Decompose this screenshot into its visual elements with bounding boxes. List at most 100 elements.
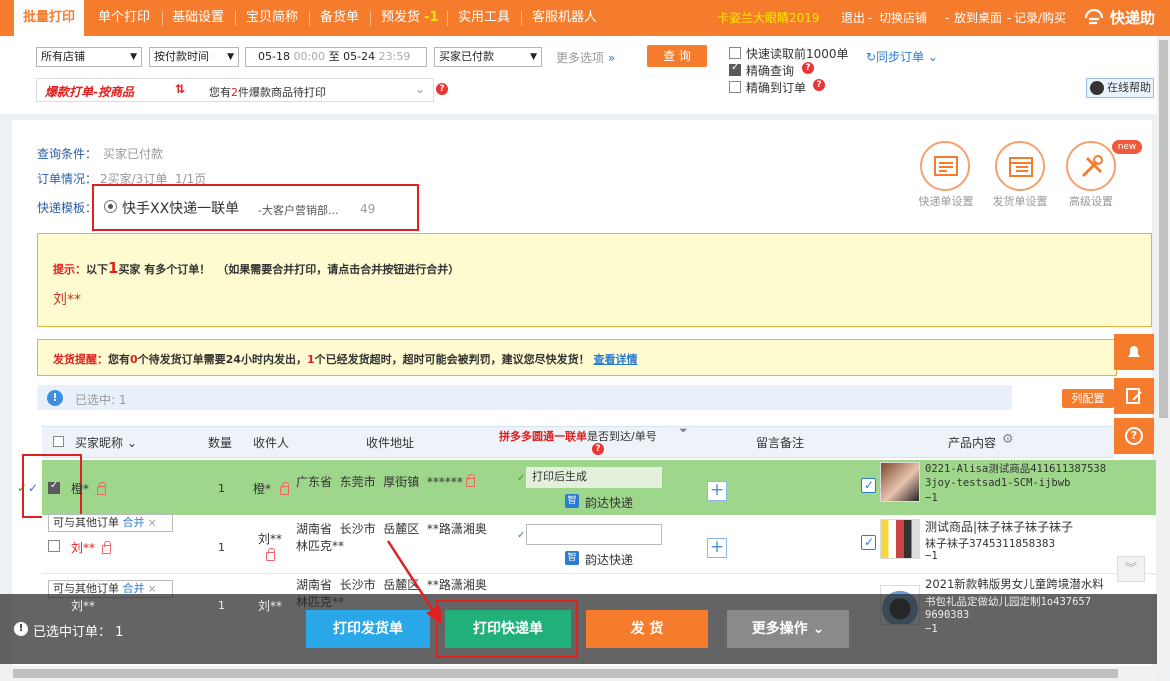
recipient-name: 橙* [253,482,272,496]
help-icon[interactable]: ? [802,62,814,74]
tip-label: 提示： [53,263,86,276]
selected-label: 已选中: [75,393,116,407]
advanced-settings-button[interactable] [1066,141,1116,191]
query-condition-label: 查询条件： [37,147,98,161]
gear-icon[interactable]: ⚙ [1002,432,1014,447]
sync-orders-button[interactable]: ↻同步订单 ⌄ [866,48,938,65]
tab-presale-label: 预发货 [381,10,421,25]
vertical-scroll-thumb[interactable] [1159,40,1168,418]
tab-tools[interactable]: 实用工具 [458,0,510,36]
time-type-select[interactable]: 按付款时间 ▼ [149,47,239,67]
date-range-input[interactable]: 05-18 00:00 至 05-24 23:59 [245,47,427,67]
row3-buyer-name: 刘** [71,599,96,613]
row-checkbox[interactable] [48,540,60,552]
filter-icon[interactable]: ⏷ [679,424,688,438]
more-actions-button[interactable]: 更多操作 ⌄ [727,610,849,648]
chevron-down-icon: ⌄ [126,436,137,450]
tip-num: 1 [108,259,119,277]
ship-settings-label: 发货单设置 [992,195,1048,208]
selected-bar [37,385,1012,410]
row3-recipient: 刘** [258,599,283,613]
waybill-input[interactable] [526,524,662,545]
help-icon[interactable]: ? [813,79,825,91]
reminder-text: 发货提醒：您有0个待发货订单需要24小时内发出，1个已经发货超时，超时可能会被判… [53,351,637,367]
add-remark-button[interactable]: + [707,481,727,501]
tools-icon [1081,155,1103,178]
merge-link[interactable]: 合并 [123,516,145,529]
nav-separator [162,11,163,26]
lock-icon [266,548,275,561]
hot-suffix: 件爆款商品待打印 [238,86,326,99]
advanced-settings-label: 高级设置 [1069,195,1113,208]
horizontal-scroll-thumb[interactable] [13,669,1118,678]
product-thumbnail[interactable] [880,519,920,559]
switch-shop-link[interactable]: 切换店铺 [879,0,927,36]
chevron-down-icon: ⌄ [927,50,938,64]
view-details-link[interactable]: 查看详情 [593,353,637,366]
record-link[interactable]: 记录/购买 [1014,0,1066,36]
tip-pre: 以下 [86,263,108,276]
chevron-down-icon: ▼ [530,52,537,62]
col-waybill-template: 拼多多圆通一联单 [499,430,587,443]
help-icon[interactable]: ? [592,443,604,455]
deliver-button[interactable]: 发 货 [586,610,708,648]
close-icon[interactable]: × [148,516,157,529]
order-status-select[interactable]: 买家已付款 ▼ [434,47,542,67]
add-remark-button[interactable]: + [707,538,727,558]
quick-read-checkbox[interactable] [729,47,741,59]
online-help-label: 在线帮助 [1107,81,1151,94]
more-options-link[interactable]: 更多选项 » [556,49,615,66]
help-icon[interactable]: ? [436,83,448,95]
tab-batch-print[interactable]: 批量打印 [14,0,84,36]
tab-presale[interactable]: 预发货 -1 [381,0,439,36]
logout-link[interactable]: 退出 [841,0,865,36]
nav-separator [309,11,310,26]
reminder-p2: 个待发货订单需要24小时内发出， [137,353,307,366]
hot-sale-title: 爆款打单-按商品 [45,85,134,99]
buyer-name: 刘** [71,541,96,555]
quantity: 1 [218,541,225,554]
reminder-p3: 个已经发货超时，超时可能会被判罚，建议您尽快发货！ [314,353,590,366]
tab-item-short-name[interactable]: 宝贝简称 [246,0,298,36]
multi-order-tip [37,233,1152,327]
row3-product-qty: −1 [925,623,938,635]
tip-note: （如果需要合并打印，请点击合并按钮进行合并） [217,263,460,276]
help-side-button[interactable]: ? [1114,418,1154,454]
collapse-button[interactable]: ︾ [1117,556,1145,582]
precise-order-checkbox[interactable] [729,81,741,93]
notification-button[interactable] [1114,334,1154,370]
shop-select[interactable]: 所有店铺 ▼ [36,47,142,67]
product-sku: 3joy-testsad1-SCM-ijbwb [925,477,1071,489]
row3-product-id: 9690383 [925,609,970,621]
product-checkbox[interactable] [861,478,876,493]
online-help-button[interactable]: 在线帮助 [1086,78,1154,98]
product-checkbox[interactable] [861,535,876,550]
select-all-checkbox[interactable] [53,436,64,447]
tab-stock-list[interactable]: 备货单 [320,0,359,36]
edit-button[interactable] [1114,378,1154,414]
check-icon: ✓ [517,530,526,541]
precise-query-label: 精确查询 [746,64,795,78]
product-title: 测试商品|袜子袜子袜子袜子 [925,520,1074,534]
chevron-down-icon: ⌄ [415,82,426,96]
express-settings-icon [934,156,958,176]
lock-icon [97,482,106,495]
product-thumbnail[interactable] [880,462,920,502]
query-button[interactable]: 查 询 [647,45,707,67]
bell-icon [1128,346,1140,359]
quantity: 1 [218,482,225,495]
express-settings-button[interactable] [920,141,970,191]
question-icon: ? [1125,427,1143,445]
brand-name: 快递助 [1110,9,1156,27]
ship-settings-button[interactable] [995,141,1045,191]
column-config-button[interactable]: 列配置 [1062,389,1114,408]
col-recipient: 收件人 [253,436,290,450]
col-buyer[interactable]: 买家昵称 ⌄ [75,434,137,451]
hot-sale-bar[interactable]: 爆款打单-按商品 ⇅ 您有2件爆款商品待打印 ⌄ [36,78,434,102]
tab-single-print[interactable]: 单个打印 [98,0,150,36]
precise-query-checkbox[interactable] [729,62,741,76]
desktop-link[interactable]: 放到桌面 [954,0,1002,36]
tab-basic-settings[interactable]: 基础设置 [172,0,224,36]
waybill-number[interactable]: 打印后生成 [526,467,662,488]
tab-service-bot[interactable]: 客服机器人 [532,0,597,36]
